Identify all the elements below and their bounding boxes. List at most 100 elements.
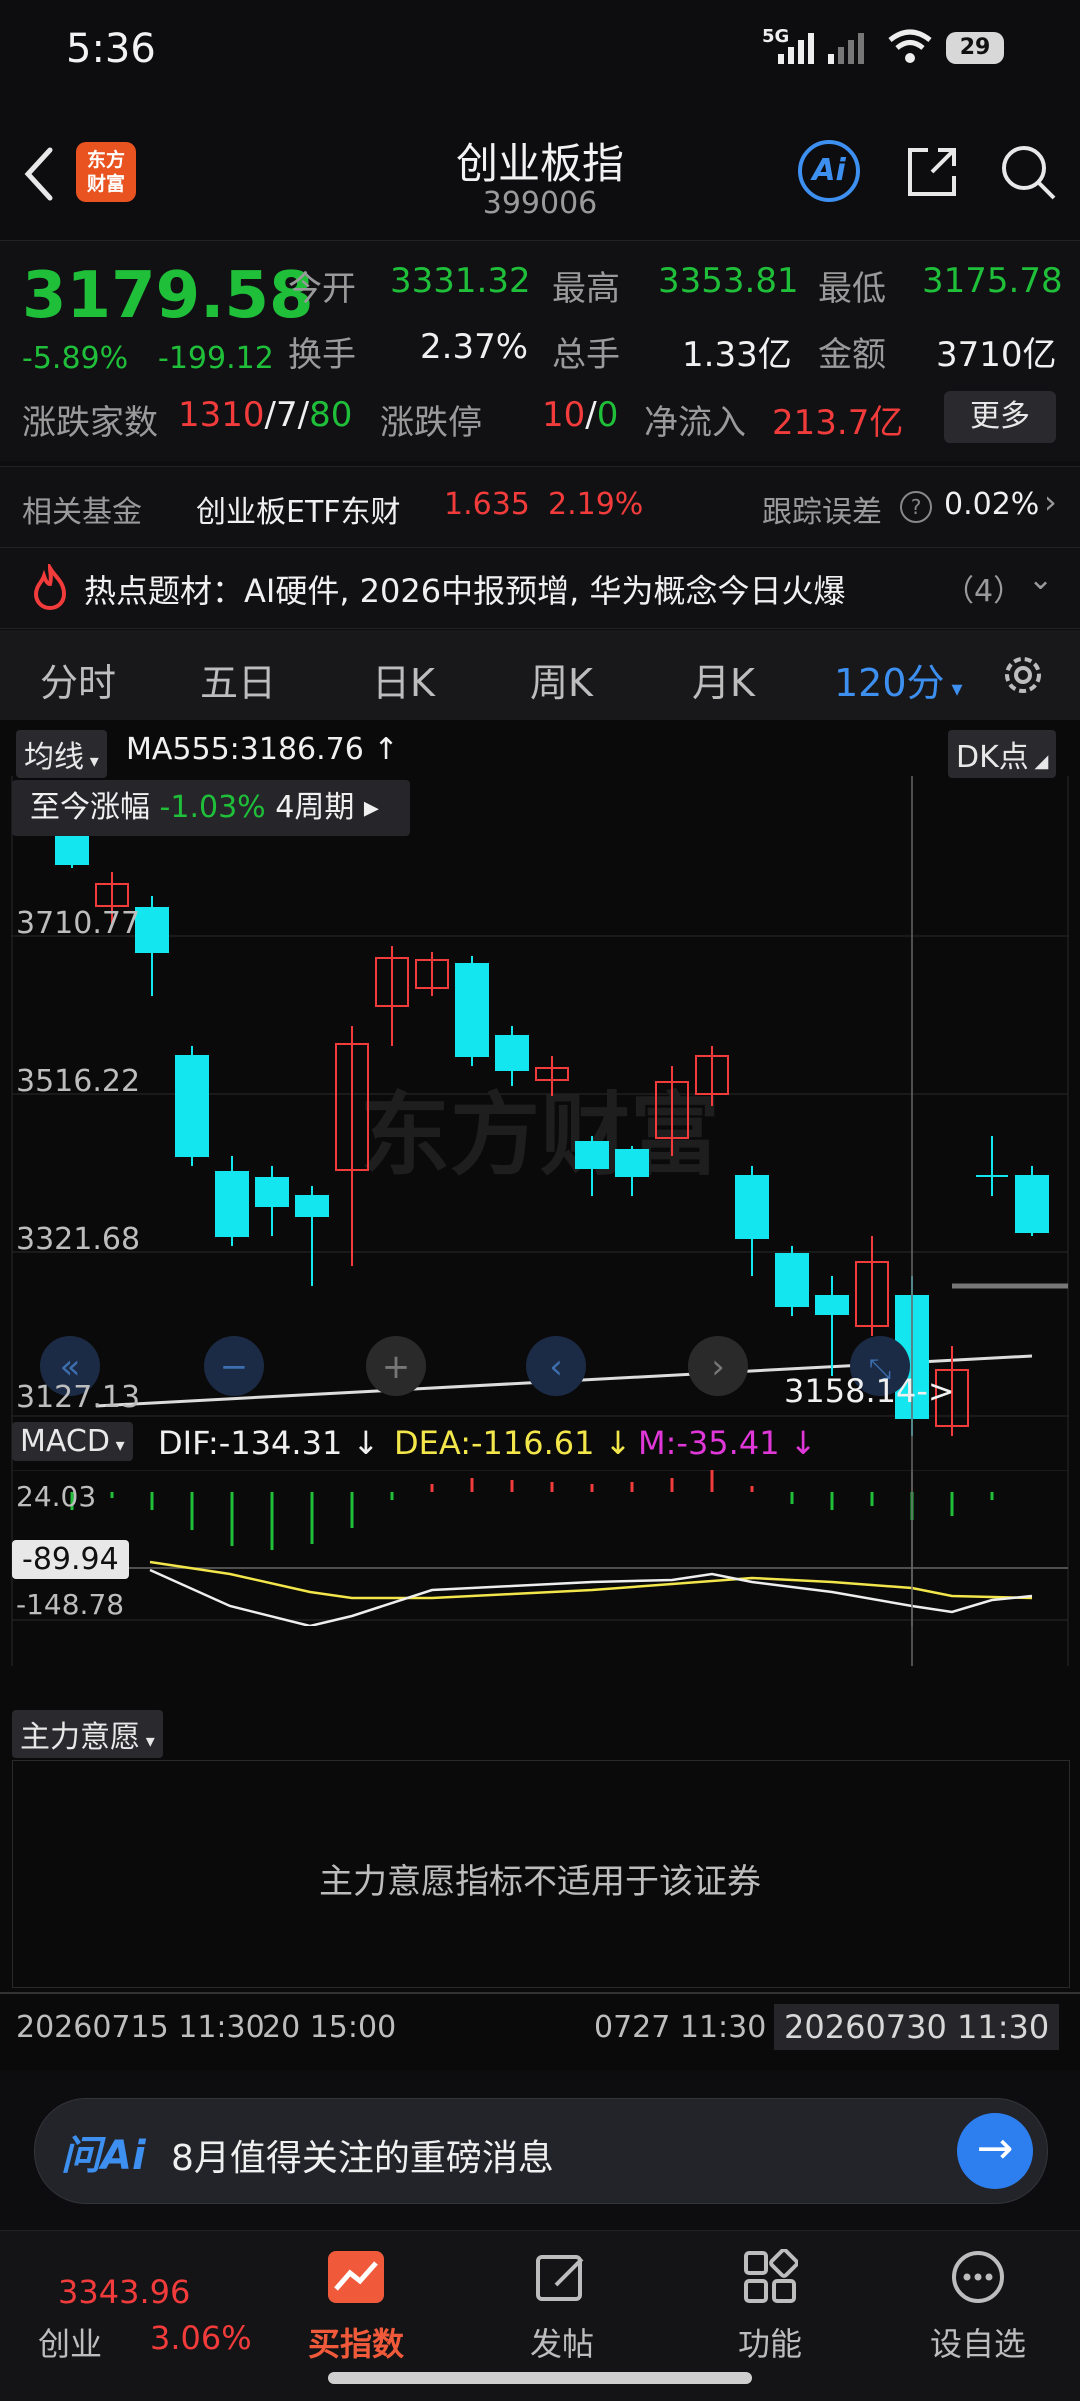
hot-topic-text: 热点题材：AI硬件, 2026中报预增, 华为概念今日火爆 [84, 572, 846, 610]
low-value: 3175.78 [922, 261, 1063, 301]
macd-selector[interactable]: MACD ▾ [12, 1422, 133, 1461]
y-label-2: 3516.22 [16, 1064, 141, 1099]
ma-selector[interactable]: 均线 ▾ [16, 730, 107, 778]
high-value: 3353.81 [658, 261, 799, 301]
cursor-price-label: 3158.14-> [784, 1372, 955, 1410]
fund-name[interactable]: 创业板ETF东财 [196, 487, 401, 531]
clock: 5:36 [66, 26, 156, 72]
dk-point-button[interactable]: DK点 ◢ [948, 730, 1057, 778]
turnover-label: 换手 [288, 335, 356, 375]
open-value: 3331.32 [390, 261, 531, 301]
tab-daily-k[interactable]: 日K [372, 652, 435, 707]
nav-function[interactable]: 功能 [690, 2319, 850, 2365]
svg-text:−: − [220, 1347, 249, 1387]
y-label-1: 3710.77 [16, 906, 141, 941]
chevron-down-icon[interactable]: ⌄ [1028, 562, 1053, 597]
nav-post[interactable]: 发帖 [482, 2319, 642, 2365]
macd-dif: DIF:-134.31 ↓ [158, 1424, 380, 1462]
function-grid-icon [744, 2249, 798, 2303]
hot-topic-bar[interactable]: 热点题材：AI硬件, 2026中报预增, 华为概念今日火爆 （4） ⌄ [0, 548, 1080, 629]
breadth-values: 1310/7/80 [178, 395, 353, 435]
amount-label: 金额 [818, 335, 886, 375]
nav-index-price[interactable]: 3343.96 [58, 2273, 190, 2311]
nav-index-name[interactable]: 创业 [38, 2319, 102, 2365]
ai-button[interactable]: Ai [798, 140, 860, 202]
search-icon[interactable] [998, 142, 1058, 202]
macd-dea: DEA:-116.61 ↓ [394, 1424, 632, 1462]
macd-top-label: 24.03 [16, 1480, 97, 1513]
kline-chart-area[interactable]: 均线 ▾ MA555:3186.76 ↑ DK点 ◢ 东方财富 « − + ‹ … [0, 720, 1080, 2070]
more-button[interactable]: 更多 [944, 391, 1056, 443]
hot-topic-count: （4） [944, 574, 1024, 609]
volume-value: 1.33亿 [682, 335, 792, 375]
ask-ai-logo: 问Ai [61, 2133, 146, 2179]
more-dots-icon [952, 2251, 1004, 2303]
nav-index-pct[interactable]: 3.06% [150, 2319, 252, 2357]
tab-weekly-k[interactable]: 周K [530, 652, 593, 707]
gear-icon[interactable] [998, 650, 1048, 700]
track-error-value: 0.02% [944, 487, 1040, 522]
status-bar: 5:36 5G 29 [0, 0, 1080, 100]
breadth-flat: 7 [276, 395, 298, 435]
change-pct: -5.89% [22, 341, 129, 376]
volume-label: 总手 [552, 335, 620, 375]
breadth-label: 涨跌家数 [22, 403, 158, 443]
fund-pct: 2.19% [548, 487, 644, 522]
tab-intraday[interactable]: 分时 [40, 652, 116, 707]
period-tabs: 分时 五日 日K 周K 月K 120分 ▾ [0, 630, 1080, 720]
macd-chart [11, 1470, 1069, 1626]
limit-values: 10/0 [542, 395, 619, 435]
svg-text:东方财富: 东方财富 [360, 1083, 720, 1188]
chart-trend-icon [328, 2251, 384, 2303]
tab-monthly-k[interactable]: 月K [692, 652, 755, 707]
arrow-right-icon[interactable]: → [957, 2113, 1033, 2189]
tab-120min[interactable]: 120分 ▾ [834, 652, 963, 707]
quote-panel: 3179.58 -5.89% -199.12 今开 3331.32 最高 335… [0, 240, 1080, 461]
netflow-label: 净流入 [644, 403, 746, 443]
fund-price: 1.635 [444, 487, 530, 522]
svg-text:›: › [711, 1347, 725, 1387]
nav-add-watchlist[interactable]: 设自选 [898, 2319, 1058, 2365]
range-change-box[interactable]: 至今涨幅 -1.03% 4周期 ▸ [12, 780, 410, 836]
current-price: 3179.58 [22, 259, 314, 333]
chevron-right-icon: › [1044, 483, 1057, 521]
range-change-value: -1.03% [159, 790, 266, 825]
home-indicator[interactable] [328, 2372, 752, 2384]
y-label-4: 3127.13 [16, 1380, 141, 1415]
low-label: 最低 [818, 269, 886, 309]
y-label-3: 3321.68 [16, 1222, 141, 1257]
ask-ai-prompt: 8月值得关注的重磅消息 [171, 2138, 554, 2179]
nav-buy-index[interactable]: 买指数 [276, 2319, 436, 2365]
signal-icon [778, 33, 864, 64]
ma-value: MA555:3186.76 ↑ [126, 732, 399, 767]
post-icon [536, 2255, 584, 2301]
related-fund-bar[interactable]: 相关基金 创业板ETF东财 1.635 2.19% 跟踪误差 ? 0.02% › [0, 466, 1080, 548]
netflow-value: 213.7亿 [772, 403, 904, 443]
macd-m: M:-35.41 ↓ [638, 1424, 817, 1462]
x-label-2: 20 15:00 [262, 2010, 397, 2045]
help-icon[interactable]: ? [900, 491, 932, 523]
svg-text:+: + [382, 1347, 411, 1387]
macd-bottom-label: -148.78 [16, 1588, 125, 1621]
ask-ai-bar[interactable]: 问Ai 8月值得关注的重磅消息 → [34, 2098, 1048, 2204]
fund-label: 相关基金 [22, 495, 142, 530]
battery-icon: 29 [946, 32, 1004, 64]
tab-five-day[interactable]: 五日 [200, 652, 276, 707]
wifi-icon [888, 29, 932, 63]
x-label-1: 20260715 11:30 [16, 2010, 265, 2045]
x-axis [0, 1992, 1080, 1994]
open-label: 今开 [288, 269, 356, 309]
share-icon[interactable] [902, 142, 962, 202]
limit-label: 涨跌停 [380, 403, 482, 443]
macd-current-label: -89.94 [12, 1540, 129, 1579]
amount-value: 3710亿 [936, 335, 1057, 375]
track-error-label: 跟踪误差 [762, 495, 882, 530]
main-force-selector[interactable]: 主力意愿 ▾ [12, 1710, 163, 1758]
flame-icon [33, 564, 67, 610]
x-label-3: 0727 11:30 [594, 2010, 767, 2045]
high-label: 最高 [552, 269, 620, 309]
x-label-cursor: 20260730 11:30 [774, 2004, 1060, 2050]
svg-text:‹: ‹ [549, 1347, 563, 1387]
main-force-message: 主力意愿指标不适用于该证券 [319, 1862, 761, 1902]
change-value: -199.12 [158, 341, 274, 376]
